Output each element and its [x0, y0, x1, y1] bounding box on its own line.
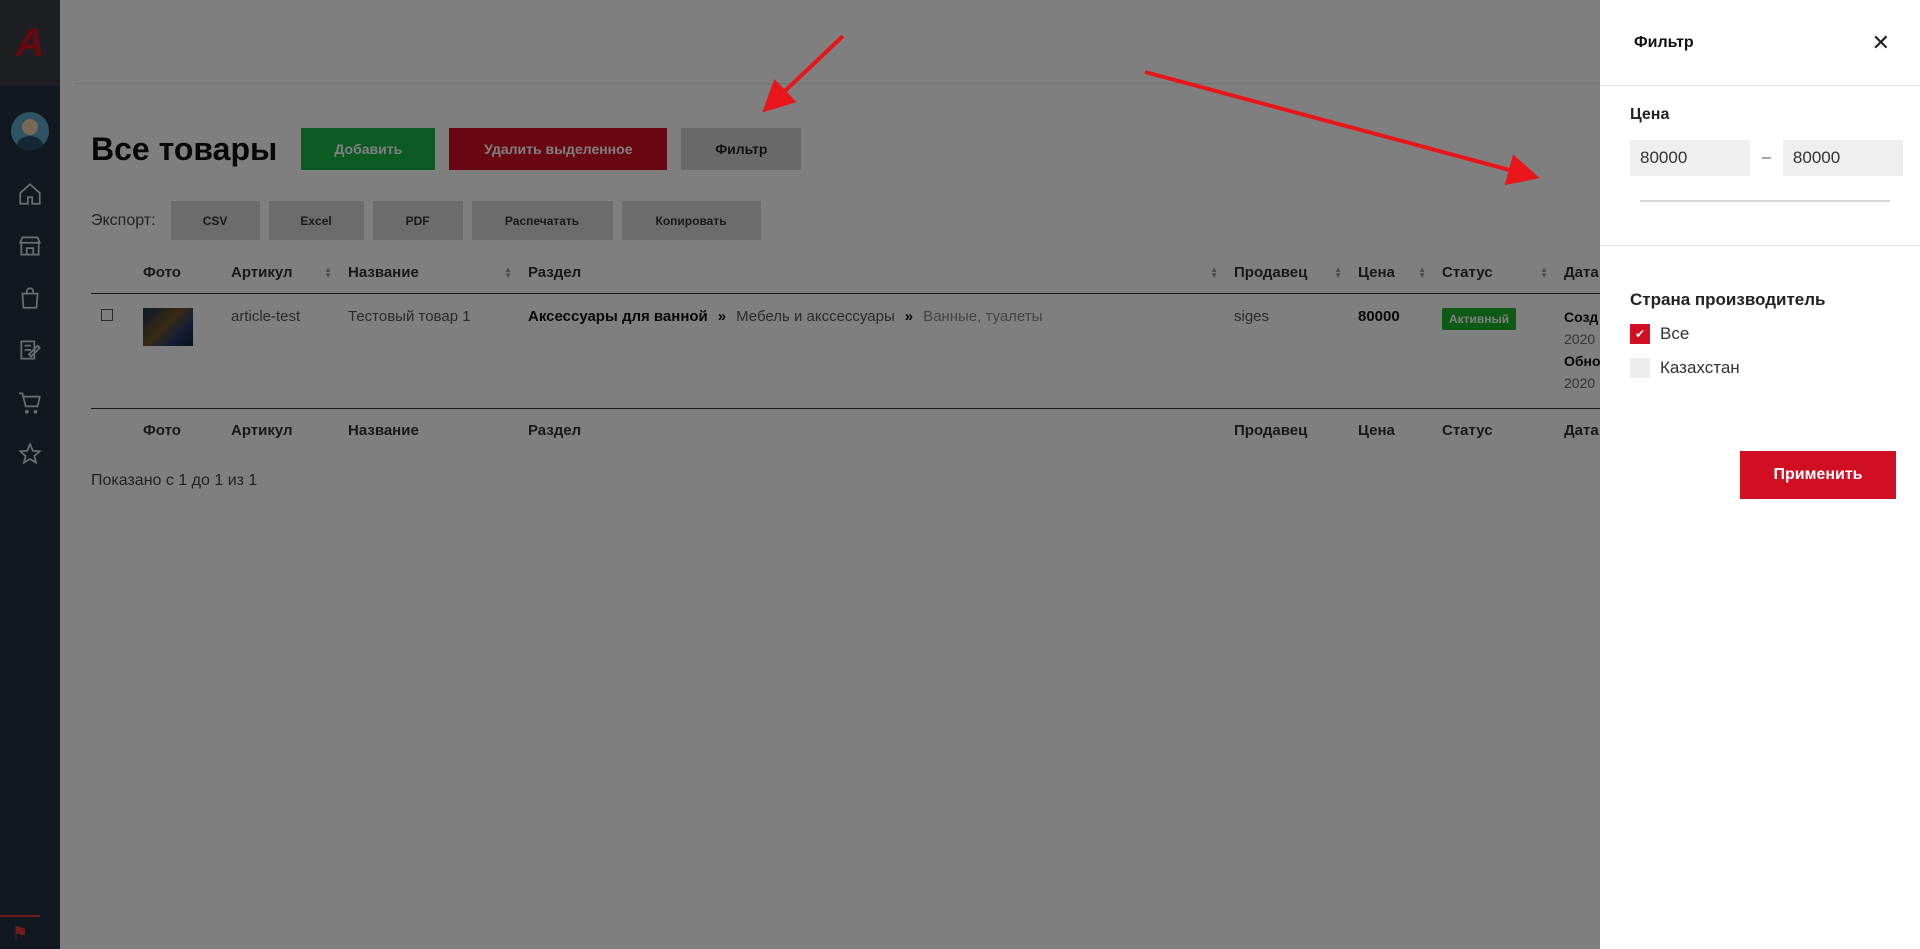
option-kazakhstan[interactable]: Казахстан: [1630, 358, 1900, 378]
price-filter: Цена –: [1600, 86, 1920, 246]
checkbox-unchecked-icon[interactable]: [1630, 358, 1650, 378]
filter-panel-title: Фильтр: [1634, 33, 1694, 51]
checkbox-checked-icon[interactable]: ✔: [1630, 324, 1650, 344]
filter-panel-header: Фильтр ✕: [1600, 0, 1920, 86]
price-label: Цена: [1630, 106, 1670, 123]
modal-backdrop[interactable]: [0, 0, 1600, 949]
price-range-row: –: [1630, 140, 1903, 176]
option-all-label: Все: [1660, 324, 1690, 343]
apply-button[interactable]: Применить: [1740, 451, 1896, 499]
filter-panel: Фильтр ✕ Цена – Страна производитель ✔ В…: [1600, 0, 1920, 949]
range-dash: –: [1762, 149, 1771, 166]
price-slider[interactable]: [1640, 200, 1890, 202]
price-max-input[interactable]: [1782, 140, 1903, 176]
price-min-input[interactable]: [1630, 140, 1750, 176]
country-filter: Страна производитель ✔ Все Казахстан: [1600, 246, 1920, 378]
close-icon[interactable]: ✕: [1872, 30, 1890, 56]
country-label: Страна производитель: [1630, 290, 1826, 309]
option-kazakhstan-label: Казахстан: [1660, 358, 1740, 377]
option-all[interactable]: ✔ Все: [1630, 324, 1900, 344]
